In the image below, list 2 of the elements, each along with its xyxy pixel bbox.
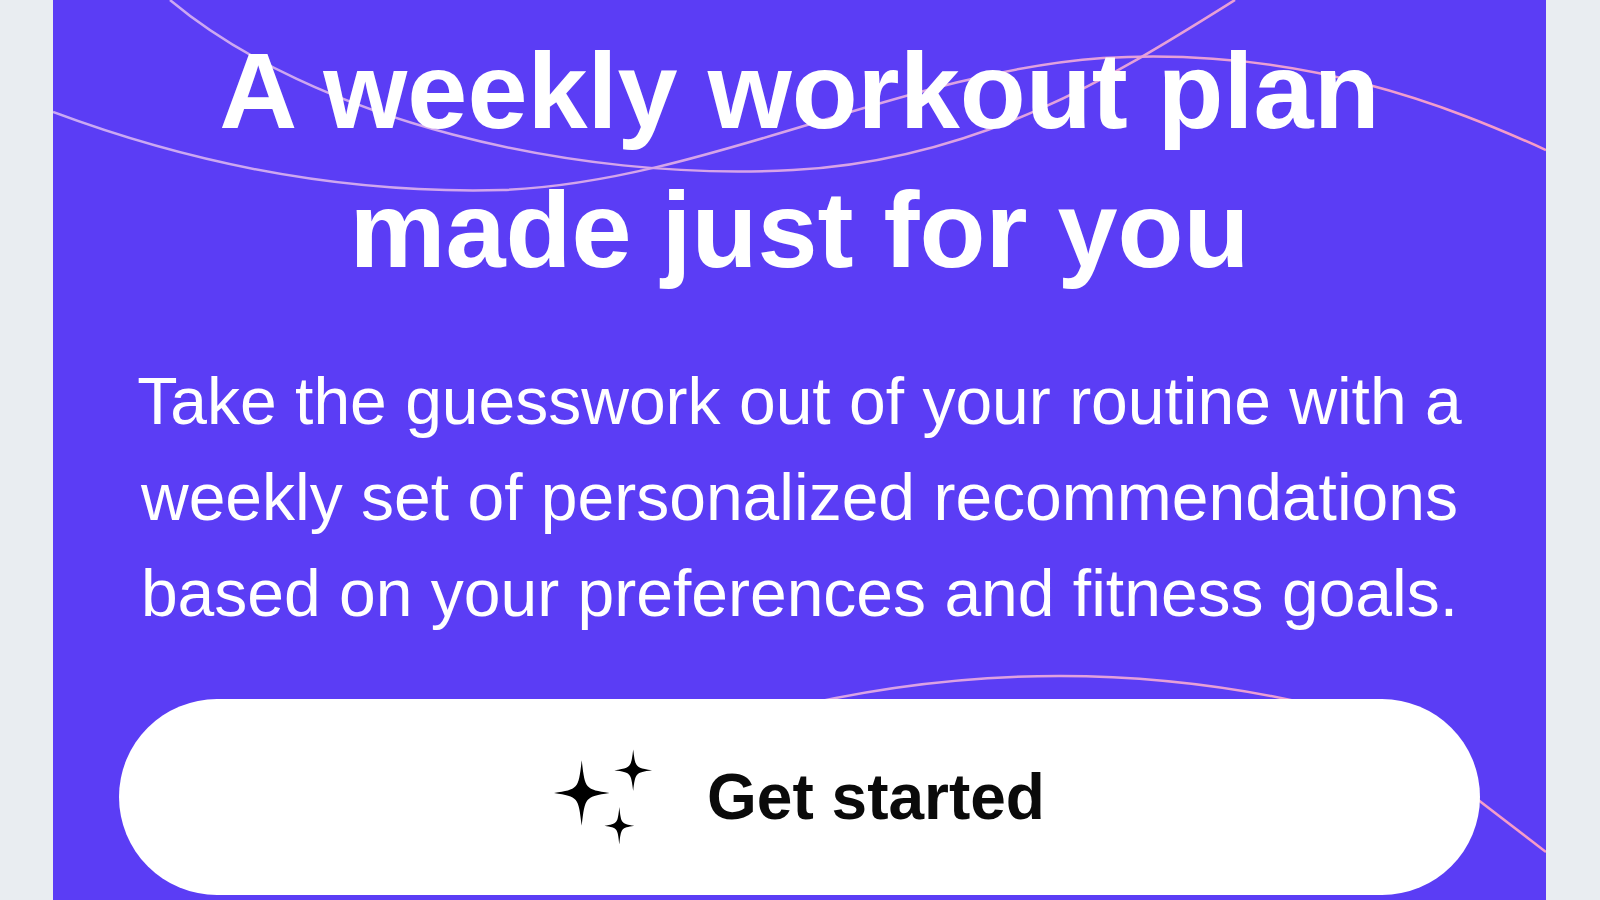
get-started-button[interactable]: Get started xyxy=(119,699,1480,895)
hero-description: Take the guesswork out of your routine with a weekly set of personalized recommendations based on your preferences and fitness goals. xyxy=(136,363,1463,632)
